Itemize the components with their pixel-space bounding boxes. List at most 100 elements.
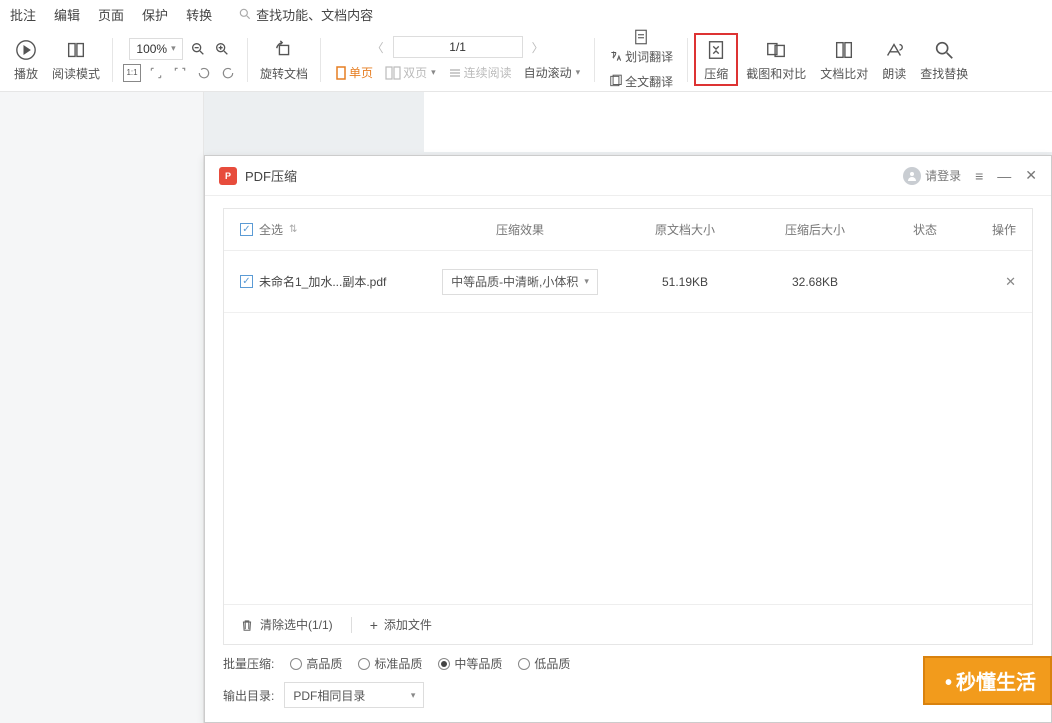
file-name: 未命名1_加水...副本.pdf: [259, 273, 386, 290]
find-replace-button[interactable]: 查找替换: [914, 28, 974, 91]
after-size-value: 32.68KB: [750, 275, 880, 289]
rotate-icon: [273, 39, 295, 61]
zoom-out-button[interactable]: [189, 40, 207, 58]
doc-compare-icon: [833, 39, 855, 61]
screenshot-icon: [765, 39, 787, 61]
play-button[interactable]: 播放: [8, 28, 44, 91]
menu-page[interactable]: 页面: [98, 5, 124, 24]
col-orig-size: 原文档大小: [620, 221, 750, 238]
word-translate-button[interactable]: 划词翻译: [605, 46, 677, 67]
next-page-button[interactable]: 〉: [529, 38, 547, 56]
table-header: ✓ 全选 ⇅ 压缩效果 原文档大小 压缩后大小 状态 操作: [224, 209, 1032, 251]
top-menubar: 批注 编辑 页面 保护 转换 查找功能、文档内容: [0, 0, 1052, 28]
dialog-header: P PDF压缩 请登录 ≡ — ✕: [205, 156, 1051, 196]
radio-medium[interactable]: 中等品质: [438, 655, 502, 672]
radio-standard[interactable]: 标准品质: [358, 655, 422, 672]
col-after-size: 压缩后大小: [750, 221, 880, 238]
trash-icon: [240, 618, 254, 632]
compress-highlight: 压缩: [694, 33, 738, 86]
col-effect: 压缩效果: [420, 221, 620, 238]
toolbar: 播放 阅读模式 100%▾ 1:1 旋转文档 〈 1/1 〉 单页: [0, 28, 1052, 92]
read-mode-button[interactable]: 阅读模式: [46, 28, 106, 91]
menu-button[interactable]: ≡: [975, 168, 983, 184]
auto-scroll-button[interactable]: 自动滚动: [520, 62, 585, 83]
continuous-button[interactable]: 连续阅读: [444, 62, 516, 83]
remove-row-button[interactable]: ✕: [1005, 274, 1016, 290]
search-placeholder: 查找功能、文档内容: [256, 5, 373, 24]
book-icon: [65, 39, 87, 61]
login-button[interactable]: 请登录: [903, 167, 961, 185]
add-file-button[interactable]: + 添加文件: [370, 616, 432, 633]
rotate-left-button[interactable]: [195, 64, 213, 82]
crop-icon: [149, 66, 163, 80]
play-icon: [15, 39, 37, 61]
chevron-down-icon: ▾: [584, 276, 589, 287]
table-footer: 清除选中(1/1) + 添加文件: [224, 604, 1032, 644]
single-page-button[interactable]: 单页: [331, 62, 377, 83]
output-dir-select[interactable]: PDF相同目录 ▾: [284, 682, 424, 708]
select-all-checkbox[interactable]: ✓: [240, 223, 253, 236]
row-checkbox[interactable]: ✓: [240, 275, 253, 288]
single-page-icon: [335, 66, 347, 80]
plus-icon: +: [370, 617, 378, 633]
avatar-icon: [903, 167, 921, 185]
quality-select[interactable]: 中等品质-中清晰,小体积 ▾: [442, 269, 598, 295]
translate-icon: [609, 49, 623, 63]
zoom-in-button[interactable]: [213, 40, 231, 58]
radio-high[interactable]: 高品质: [290, 655, 342, 672]
orig-size-value: 51.19KB: [620, 275, 750, 289]
prev-page-button[interactable]: 〈: [369, 38, 387, 56]
chevron-down-icon: ▾: [411, 690, 416, 701]
file-table: ✓ 全选 ⇅ 压缩效果 原文档大小 压缩后大小 状态 操作 ✓ 未命名1_加水.…: [223, 208, 1033, 645]
pdf-compress-dialog: P PDF压缩 请登录 ≡ — ✕ ✓ 全选 ⇅ 压缩效果 原文档大小 压缩后大…: [204, 155, 1052, 723]
zoom-group: 100%▾ 1:1: [119, 28, 241, 91]
col-operation: 操作: [970, 221, 1016, 238]
compress-button[interactable]: 压缩: [698, 37, 734, 82]
continuous-icon: [448, 66, 462, 80]
fit-one-to-one-button[interactable]: 1:1: [123, 64, 141, 82]
radio-low[interactable]: 低品质: [518, 655, 570, 672]
fulltext-icon: [609, 74, 623, 88]
menu-edit[interactable]: 编辑: [54, 5, 80, 24]
col-select-all[interactable]: 全选: [259, 221, 283, 238]
close-button[interactable]: ✕: [1025, 167, 1037, 184]
page-nav-group: 〈 1/1 〉 单页 双页 连续阅读 自动滚动: [327, 28, 588, 91]
menu-convert[interactable]: 转换: [186, 5, 212, 24]
read-aloud-button[interactable]: 朗读: [876, 28, 912, 91]
sort-icon[interactable]: ⇅: [289, 224, 297, 235]
batch-label: 批量压缩:: [223, 655, 274, 672]
double-page-button[interactable]: 双页: [381, 62, 440, 83]
speaker-icon: [883, 39, 905, 61]
col-status: 状态: [880, 221, 970, 238]
pdf-app-icon: P: [219, 167, 237, 185]
doc-compare-button[interactable]: 文档比对: [814, 28, 874, 91]
menu-annotate[interactable]: 批注: [10, 5, 36, 24]
page-input[interactable]: 1/1: [393, 36, 523, 58]
batch-quality-row: 批量压缩: 高品质 标准品质 中等品质 低品质: [223, 655, 1033, 672]
zoom-in-icon: [214, 41, 230, 57]
output-row: 输出目录: PDF相同目录 ▾: [223, 682, 1033, 708]
zoom-select[interactable]: 100%▾: [129, 38, 182, 60]
clear-selected-button[interactable]: 清除选中(1/1): [240, 616, 333, 633]
compress-icon: [705, 39, 727, 61]
rotate-doc-button[interactable]: 旋转文档: [254, 28, 314, 91]
zoom-out-icon: [190, 41, 206, 57]
sidebar: [0, 92, 204, 723]
fit-page-button[interactable]: [171, 64, 189, 82]
expand-icon: [173, 66, 187, 80]
menu-protect[interactable]: 保护: [142, 5, 168, 24]
dialog-title: PDF压缩: [245, 166, 895, 185]
search-icon: [238, 7, 252, 21]
find-icon: [933, 39, 955, 61]
output-label: 输出目录:: [223, 687, 274, 704]
fit-width-button[interactable]: [147, 64, 165, 82]
minimize-button[interactable]: —: [997, 168, 1011, 184]
screenshot-compare-button[interactable]: 截图和对比: [740, 28, 812, 91]
rotate-right-button[interactable]: [219, 64, 237, 82]
search-box[interactable]: 查找功能、文档内容: [238, 5, 373, 24]
page-arrows-icon: [632, 28, 650, 46]
translate-group: 划词翻译 全文翻译: [601, 28, 681, 91]
full-translate-button[interactable]: 全文翻译: [605, 71, 677, 92]
watermark: 秒懂生活: [923, 656, 1052, 705]
double-page-icon: [385, 66, 401, 80]
